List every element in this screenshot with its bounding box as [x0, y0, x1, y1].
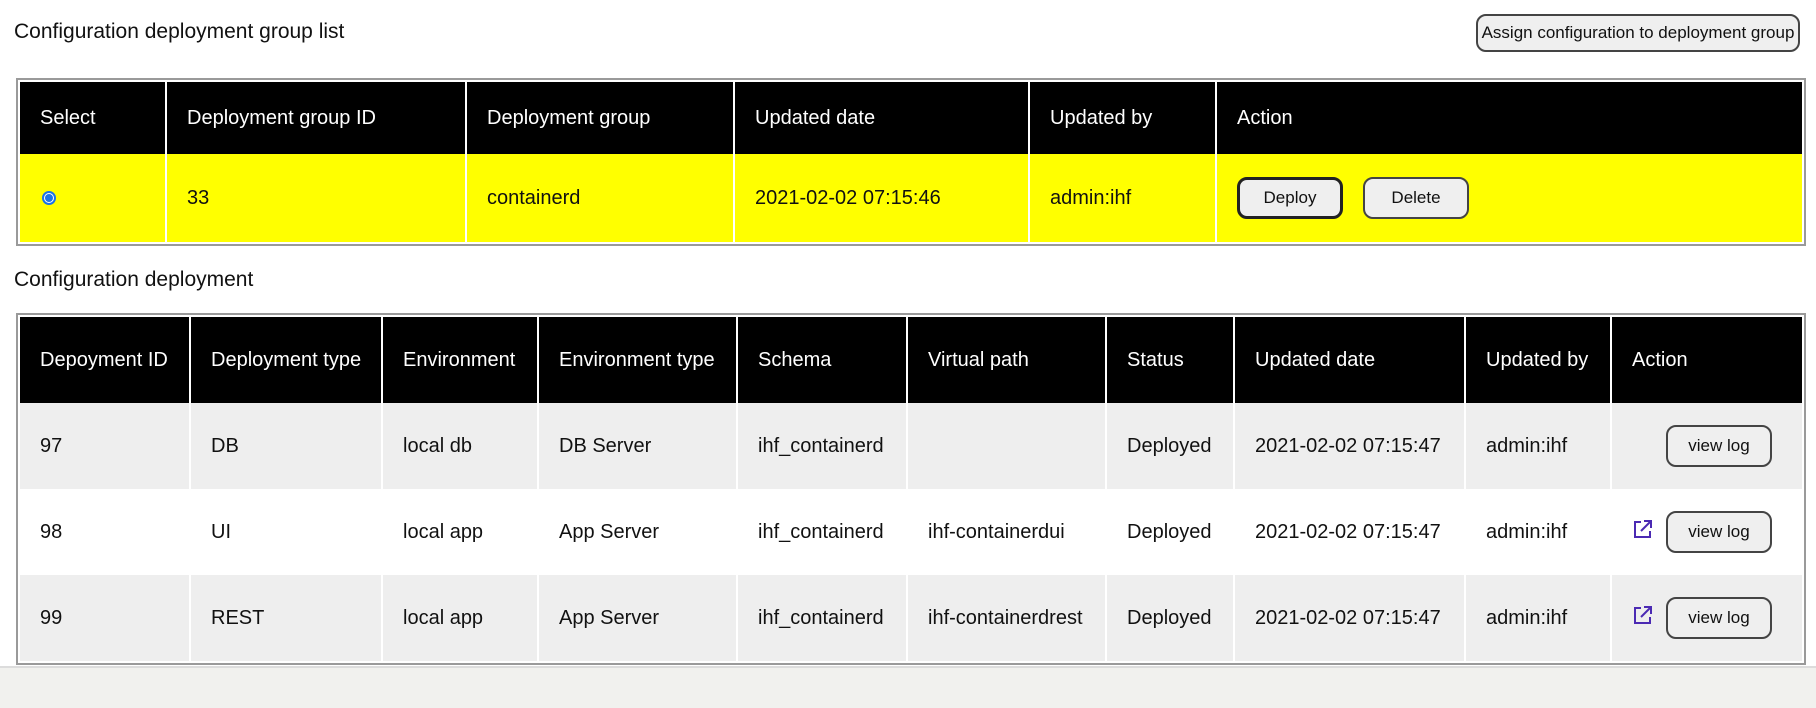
column-header: Updated by — [1028, 82, 1216, 154]
deployment-type-cell: DB — [189, 403, 382, 489]
configuration-deployment-table: Depoyment ID Deployment type Environment… — [16, 313, 1806, 665]
column-header: Status — [1105, 317, 1234, 403]
table-row: 97 DB local db DB Server ihf_containerd … — [20, 403, 1802, 489]
column-header: Depoyment ID — [20, 317, 190, 403]
deployment-type-cell: REST — [189, 575, 382, 661]
updated-date-cell: 2021-02-02 07:15:47 — [1233, 575, 1465, 661]
virtual-path-cell: ihf-containerdui — [906, 489, 1106, 575]
deployment-id-cell: 98 — [40, 520, 63, 543]
virtual-path-cell: ihf-containerdrest — [906, 575, 1106, 661]
updated-date-cell: 2021-02-02 07:15:47 — [1233, 489, 1465, 575]
deployment-id-cell: 99 — [40, 606, 63, 629]
updated-by-cell: admin:ihf — [1464, 403, 1611, 489]
action-cell: view log — [1610, 575, 1802, 661]
column-header: Deployment group — [465, 82, 734, 154]
column-header: Schema — [736, 317, 907, 403]
updated-by-cell: admin:ihf — [1464, 575, 1611, 661]
deployment-type-cell: UI — [189, 489, 382, 575]
schema-cell: ihf_containerd — [736, 403, 907, 489]
environment-cell: local app — [381, 489, 538, 575]
external-link-icon[interactable] — [1632, 518, 1654, 546]
status-cell: Deployed — [1105, 575, 1234, 661]
status-cell: Deployed — [1105, 489, 1234, 575]
environment-cell: local app — [381, 575, 538, 661]
environment-cell: local db — [381, 403, 538, 489]
status-cell: Deployed — [1105, 403, 1234, 489]
environment-type-cell: App Server — [537, 575, 737, 661]
table-header-row: Select Deployment group ID Deployment gr… — [20, 82, 1802, 154]
deployment-title: Configuration deployment — [14, 268, 254, 291]
table-header-row: Depoyment ID Deployment type Environment… — [20, 317, 1802, 403]
updated-date-cell: 2021-02-02 07:15:46 — [733, 154, 1029, 242]
group-name-cell: containerd — [465, 154, 734, 242]
column-header: Updated date — [733, 82, 1029, 154]
table-row: 99 REST local app App Server ihf_contain… — [20, 575, 1802, 661]
column-header: Updated by — [1464, 317, 1611, 403]
table-row[interactable]: 33 containerd 2021-02-02 07:15:46 admin:… — [20, 154, 1802, 242]
deployment-group-table: Select Deployment group ID Deployment gr… — [16, 78, 1806, 246]
deployment-id-cell: 97 — [40, 434, 63, 457]
action-cell: view log — [1610, 489, 1802, 575]
updated-by-cell: admin:ihf — [1028, 154, 1216, 242]
schema-cell: ihf_containerd — [736, 575, 907, 661]
environment-type-cell: App Server — [537, 489, 737, 575]
environment-type-cell: DB Server — [537, 403, 737, 489]
column-header: Deployment type — [189, 317, 382, 403]
column-header: Virtual path — [906, 317, 1106, 403]
column-header: Action — [1215, 82, 1802, 154]
group-id-cell: 33 — [165, 154, 466, 242]
action-cell: view log — [1610, 403, 1802, 489]
column-header: Select — [20, 82, 166, 154]
table-row: 98 UI local app App Server ihf_container… — [20, 489, 1802, 575]
virtual-path-cell — [906, 403, 1106, 489]
column-header: Environment type — [537, 317, 737, 403]
deploy-button[interactable]: Deploy — [1237, 177, 1343, 219]
updated-by-cell: admin:ihf — [1464, 489, 1611, 575]
view-log-button[interactable]: view log — [1666, 425, 1772, 467]
group-list-title: Configuration deployment group list — [14, 20, 345, 43]
schema-cell: ihf_containerd — [736, 489, 907, 575]
select-radio[interactable] — [42, 191, 56, 206]
radio-selected-dot — [45, 194, 53, 203]
external-link-icon[interactable] — [1632, 604, 1654, 632]
column-header: Updated date — [1233, 317, 1465, 403]
delete-button[interactable]: Delete — [1363, 177, 1469, 219]
view-log-button[interactable]: view log — [1666, 511, 1772, 553]
column-header: Deployment group ID — [165, 82, 466, 154]
column-header: Action — [1610, 317, 1802, 403]
action-cell: Deploy Delete — [1215, 154, 1802, 242]
assign-configuration-button[interactable]: Assign configuration to deployment group — [1476, 14, 1800, 52]
updated-date-cell: 2021-02-02 07:15:47 — [1233, 403, 1465, 489]
view-log-button[interactable]: view log — [1666, 597, 1772, 639]
column-header: Environment — [381, 317, 538, 403]
page-footer-bar — [0, 666, 1816, 708]
